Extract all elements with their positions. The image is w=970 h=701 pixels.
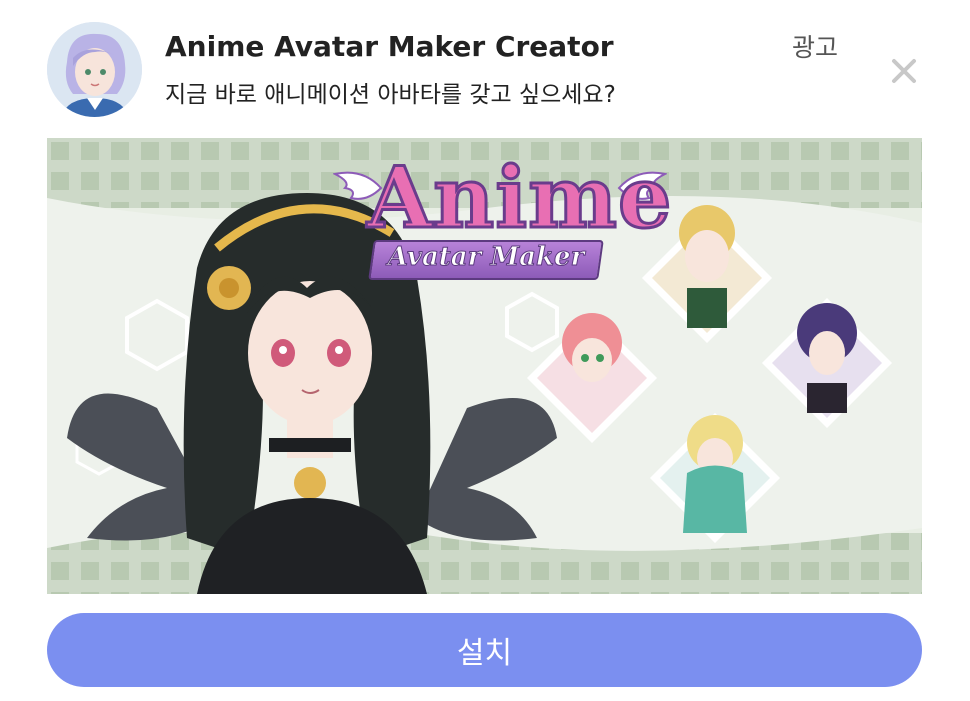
install-button[interactable]: 설치 — [47, 613, 922, 687]
banner-logo-title: Anime — [365, 147, 673, 249]
close-icon — [892, 59, 916, 83]
app-icon[interactable] — [47, 22, 142, 117]
app-title[interactable]: Anime Avatar Maker Creator — [165, 30, 614, 63]
banner-logo-subtitle: Avatar Maker — [387, 242, 585, 273]
install-button-label: 설치 — [456, 636, 513, 671]
ad-card[interactable]: Anime Avatar Maker Creator 지금 바로 애니메이션 아… — [0, 0, 970, 701]
close-button[interactable] — [888, 55, 920, 87]
ad-label: 광고 — [792, 33, 839, 62]
banner-logo: Anime Avatar Maker — [333, 147, 673, 288]
app-description: 지금 바로 애니메이션 아바타를 갖고 싶으세요? — [165, 82, 616, 108]
banner-image[interactable]: Anime Avatar Maker — [47, 138, 922, 594]
